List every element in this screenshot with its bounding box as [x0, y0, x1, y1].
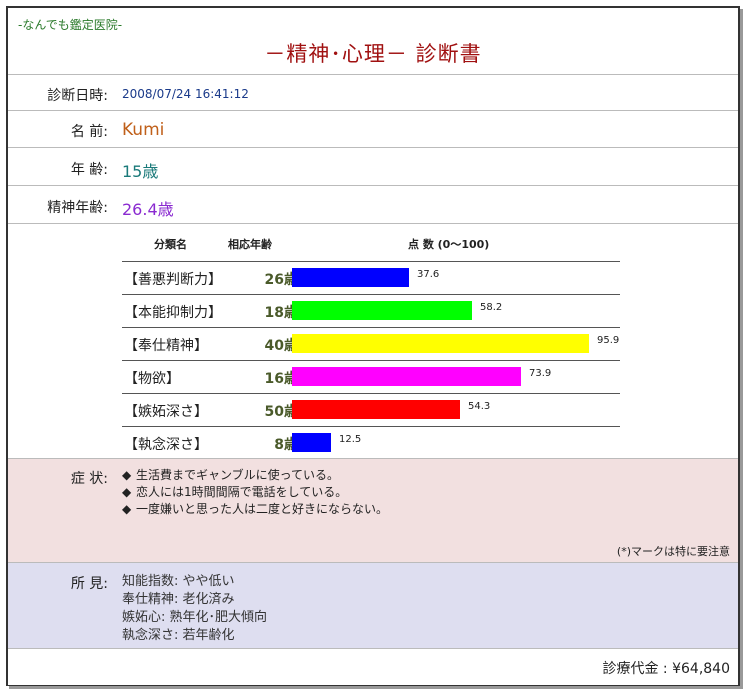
- symptom-item: ◆ 生活費までギャンブルに使っている。: [122, 468, 340, 482]
- finding-item: 知能指数: やや低い: [122, 574, 235, 589]
- chart-header-category: 分類名: [154, 238, 187, 251]
- chart-row: 【奉仕精神】 40歳 95.9: [122, 327, 620, 361]
- finding-item: 執念深さ: 若年齢化: [122, 628, 235, 643]
- age-equivalent: 26歳: [264, 272, 298, 288]
- name-value: Kumi: [122, 120, 165, 140]
- category-label: 【善悪判断力】: [124, 272, 222, 288]
- age-value: 15歳: [122, 162, 159, 181]
- finding-item: 奉仕精神: 老化済み: [122, 592, 235, 607]
- clinic-name: -なんでも鑑定医院-: [18, 18, 123, 32]
- age-equivalent: 40歳: [264, 338, 298, 354]
- score-bar: [292, 268, 409, 287]
- name-label: 名 前:: [70, 124, 108, 140]
- age-equivalent: 16歳: [264, 371, 298, 387]
- findings-list: 知能指数: やや低い 奉仕精神: 老化済み 嫉妬心: 熟年化･肥大傾向 執念深さ…: [122, 573, 267, 645]
- name-row: 名 前: Kumi: [8, 110, 738, 148]
- category-label: 【本能抑制力】: [124, 305, 222, 321]
- score-bar: [292, 400, 460, 419]
- caution-note: (*)マークは特に要注意: [616, 545, 730, 558]
- score-value: 73.9: [529, 368, 552, 379]
- symptoms-label: 症 状:: [70, 471, 108, 487]
- age-equivalent: 18歳: [264, 305, 298, 321]
- date-value: 2008/07/24 16:41:12: [122, 87, 249, 101]
- chart-header-age: 相応年齢: [228, 238, 272, 251]
- score-value: 37.6: [417, 269, 440, 280]
- score-bar: [292, 301, 472, 320]
- page-title: －精神･心理－ 診断書: [264, 42, 482, 66]
- category-label: 【物欲】: [124, 371, 180, 387]
- symptom-item: ◆ 恋人には1時間間隔で電話をしている。: [122, 485, 348, 499]
- chart-row: 【執念深さ】 8歳 12.5: [122, 426, 620, 460]
- chart-row: 【嫉妬深さ】 50歳 54.3: [122, 393, 620, 427]
- age-label: 年 齢:: [70, 162, 108, 178]
- chart-row: 【本能抑制力】 18歳 58.2: [122, 294, 620, 328]
- mental-age-value: 26.4歳: [122, 200, 174, 219]
- symptom-item: ◆ 一度嫌いと思った人は二度と好きにならない。: [122, 502, 389, 516]
- date-row: 診断日時: 2008/07/24 16:41:12: [8, 74, 738, 111]
- score-chart: 分類名 相応年齢 点 数 (0～100) 【善悪判断力】 26歳 37.6 【本能抑制…: [8, 223, 738, 460]
- fee-total: 診療代金 : ¥64,840: [602, 661, 730, 677]
- age-equivalent: 8歳: [274, 437, 298, 453]
- diagnosis-card: -なんでも鑑定医院- －精神･心理－ 診断書 診断日時: 2008/07/24 …: [6, 6, 740, 686]
- finding-item: 嫉妬心: 熟年化･肥大傾向: [122, 610, 268, 625]
- fee-section: 診療代金 : ¥64,840: [8, 648, 738, 685]
- age-row: 年 齢: 15歳: [8, 147, 738, 186]
- category-label: 【奉仕精神】: [124, 338, 208, 354]
- score-bar: [292, 334, 589, 353]
- score-value: 12.5: [339, 434, 362, 445]
- chart-row: 【物欲】 16歳 73.9: [122, 360, 620, 394]
- chart-header-score: 点 数 (0～100): [408, 238, 490, 251]
- score-bar: [292, 367, 521, 386]
- bullet-icon: ◆: [122, 502, 132, 516]
- score-bar: [292, 433, 331, 452]
- bullet-icon: ◆: [122, 468, 132, 482]
- chart-row: 【善悪判断力】 26歳 37.6: [122, 261, 620, 295]
- score-value: 58.2: [480, 302, 503, 313]
- findings-section: 所 見: 知能指数: やや低い 奉仕精神: 老化済み 嫉妬心: 熟年化･肥大傾向…: [8, 562, 738, 649]
- symptoms-list: ◆ 生活費までギャンブルに使っている。 ◆ 恋人には1時間間隔で電話をしている。 ◆…: [122, 467, 388, 518]
- category-label: 【嫉妬深さ】: [124, 404, 208, 420]
- mental-age-row: 精神年齢: 26.4歳: [8, 185, 738, 224]
- score-value: 95.9: [597, 335, 620, 346]
- findings-label: 所 見:: [70, 576, 108, 592]
- age-equivalent: 50歳: [264, 404, 298, 420]
- score-value: 54.3: [468, 401, 491, 412]
- symptoms-section: 症 状: ◆ 生活費までギャンブルに使っている。 ◆ 恋人には1時間間隔で電話をして…: [8, 458, 738, 563]
- bullet-icon: ◆: [122, 485, 132, 499]
- date-label: 診断日時:: [47, 88, 108, 104]
- category-label: 【執念深さ】: [124, 437, 208, 453]
- mental-age-label: 精神年齢:: [47, 200, 108, 216]
